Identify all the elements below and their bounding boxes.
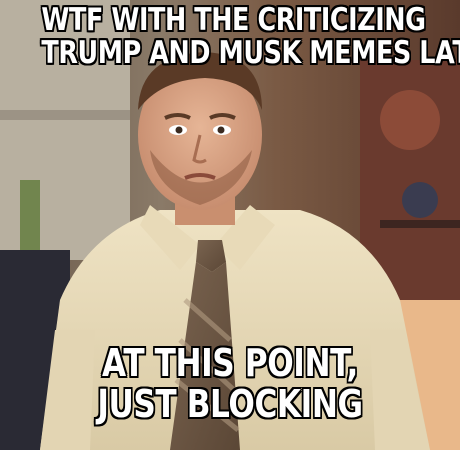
bottom-caption: AT THIS POINT, JUST BLOCKING xyxy=(0,341,460,427)
meme-image: WTF WITH THE CRITICIZING TRUMP AND MUSK … xyxy=(0,0,460,450)
bottom-caption-line-1: AT THIS POINT, xyxy=(102,341,358,385)
top-caption-line-1: WTF WITH THE CRITICIZING xyxy=(41,2,426,38)
top-caption: WTF WITH THE CRITICIZING TRUMP AND MUSK … xyxy=(0,2,460,72)
top-caption-line-2: TRUMP AND MUSK MEMES LATELY xyxy=(41,35,460,72)
bottom-caption-line-2: JUST BLOCKING xyxy=(97,382,363,427)
